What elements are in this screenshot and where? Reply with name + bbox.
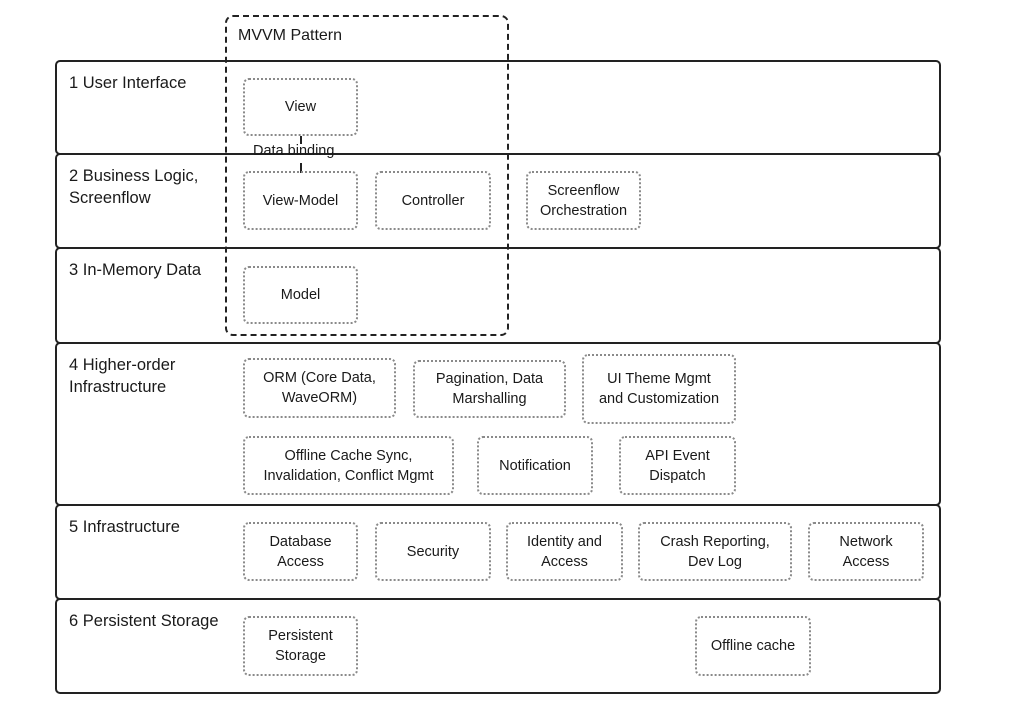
layer-label: 2 Business Logic, Screenflow (69, 167, 199, 207)
component-pagination-data-marshalling: Pagination, Data Marshalling (413, 360, 566, 418)
component-identity-and-access: Identity and Access (506, 522, 623, 581)
component-screenflow-orchestration: Screenflow Orchestration (526, 171, 641, 230)
component-database-access: Database Access (243, 522, 358, 581)
component-view: View (243, 78, 358, 136)
data-binding-label: Data binding (253, 143, 335, 159)
component-persistent-storage: Persistent Storage (243, 616, 358, 676)
component-orm: ORM (Core Data, WaveORM) (243, 358, 396, 418)
component-network-access: Network Access (808, 522, 924, 581)
component-security: Security (375, 522, 491, 581)
component-crash-reporting-dev-log: Crash Reporting, Dev Log (638, 522, 792, 581)
layer-label: 5 Infrastructure (69, 518, 180, 536)
component-notification: Notification (477, 436, 593, 495)
component-controller: Controller (375, 171, 491, 230)
component-offline-cache-sync: Offline Cache Sync, Invalidation, Confli… (243, 436, 454, 495)
layer-label: 4 Higher-order Infrastructure (69, 356, 176, 396)
layer-label: 6 Persistent Storage (69, 612, 219, 630)
layer-label: 1 User Interface (69, 74, 187, 92)
component-model: Model (243, 266, 358, 324)
component-api-event-dispatch: API Event Dispatch (619, 436, 736, 495)
mvvm-pattern-title: MVVM Pattern (238, 27, 343, 44)
component-view-model: View-Model (243, 171, 358, 230)
component-offline-cache: Offline cache (695, 616, 811, 676)
layer-label: 3 In-Memory Data (69, 261, 202, 279)
component-ui-theme-mgmt: UI Theme Mgmt and Customization (582, 354, 736, 424)
